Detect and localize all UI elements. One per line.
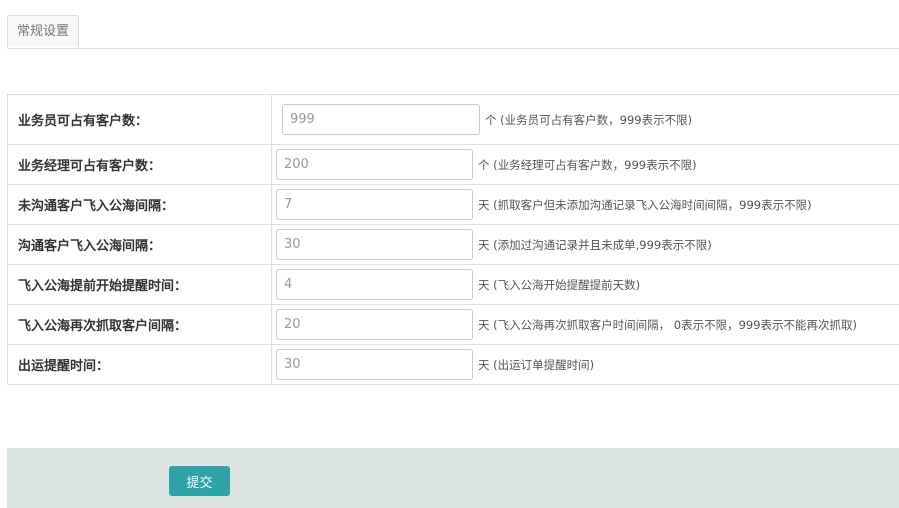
- shipment-reminder-time-input[interactable]: [276, 349, 473, 380]
- setting-label: 飞入公海再次抓取客户间隔：: [8, 305, 272, 344]
- setting-hint: 天 (出运订单提醒时间): [478, 357, 595, 372]
- setting-field: 个 (业务员可占有客户数，999表示不限): [272, 104, 692, 135]
- setting-field: 天 (添加过沟通记录并且未成单,999表示不限): [272, 229, 712, 260]
- setting-field: 天 (飞入公海开始提醒提前天数): [272, 269, 640, 300]
- setting-row-contacted-to-pool-interval: 沟通客户飞入公海间隔： 天 (添加过沟通记录并且未成单,999表示不限): [8, 225, 899, 265]
- tab-divider: [7, 48, 899, 49]
- setting-row-uncontacted-to-pool-interval: 未沟通客户飞入公海间隔： 天 (抓取客户但未添加沟通记录飞入公海时间间隔，999…: [8, 185, 899, 225]
- setting-field: 天 (抓取客户但未添加沟通记录飞入公海时间间隔，999表示不限): [272, 189, 812, 220]
- setting-field: 天 (出运订单提醒时间): [272, 349, 594, 380]
- salesperson-max-customers-input[interactable]: [282, 104, 480, 135]
- form-footer: 提交: [7, 448, 899, 508]
- pool-regrab-interval-input[interactable]: [276, 309, 473, 340]
- manager-max-customers-input[interactable]: [276, 149, 473, 180]
- setting-hint: 天 (飞入公海开始提醒提前天数): [478, 277, 641, 292]
- setting-row-pool-regrab-interval: 飞入公海再次抓取客户间隔： 天 (飞入公海再次抓取客户时间间隔， 0表示不限，9…: [8, 305, 899, 345]
- setting-hint: 天 (抓取客户但未添加沟通记录飞入公海时间间隔，999表示不限): [478, 197, 812, 212]
- setting-label: 业务员可占有客户数：: [8, 95, 272, 144]
- submit-button[interactable]: 提交: [169, 466, 230, 496]
- setting-row-salesperson-max-customers: 业务员可占有客户数： 个 (业务员可占有客户数，999表示不限): [8, 95, 899, 145]
- setting-label: 未沟通客户飞入公海间隔：: [8, 185, 272, 224]
- uncontacted-to-pool-interval-input[interactable]: [276, 189, 473, 220]
- setting-field: 个 (业务经理可占有客户数，999表示不限): [272, 149, 697, 180]
- setting-row-shipment-reminder-time: 出运提醒时间： 天 (出运订单提醒时间): [8, 345, 899, 385]
- tab-general-settings[interactable]: 常规设置: [7, 15, 79, 48]
- setting-hint: 个 (业务员可占有客户数，999表示不限): [485, 112, 693, 127]
- setting-row-pool-reminder-lead-time: 飞入公海提前开始提醒时间： 天 (飞入公海开始提醒提前天数): [8, 265, 899, 305]
- setting-label: 飞入公海提前开始提醒时间：: [8, 265, 272, 304]
- contacted-to-pool-interval-input[interactable]: [276, 229, 473, 260]
- setting-hint: 天 (添加过沟通记录并且未成单,999表示不限): [478, 237, 712, 252]
- setting-label: 业务经理可占有客户数：: [8, 145, 272, 184]
- setting-label: 沟通客户飞入公海间隔：: [8, 225, 272, 264]
- settings-form: 业务员可占有客户数： 个 (业务员可占有客户数，999表示不限) 业务经理可占有…: [7, 94, 899, 385]
- setting-row-manager-max-customers: 业务经理可占有客户数： 个 (业务经理可占有客户数，999表示不限): [8, 145, 899, 185]
- setting-hint: 个 (业务经理可占有客户数，999表示不限): [478, 157, 697, 172]
- pool-reminder-lead-time-input[interactable]: [276, 269, 473, 300]
- setting-field: 天 (飞入公海再次抓取客户时间间隔， 0表示不限，999表示不能再次抓取): [272, 309, 857, 340]
- setting-hint: 天 (飞入公海再次抓取客户时间间隔， 0表示不限，999表示不能再次抓取): [478, 317, 858, 332]
- tab-bar: 常规设置: [0, 0, 899, 49]
- setting-label: 出运提醒时间：: [8, 345, 272, 384]
